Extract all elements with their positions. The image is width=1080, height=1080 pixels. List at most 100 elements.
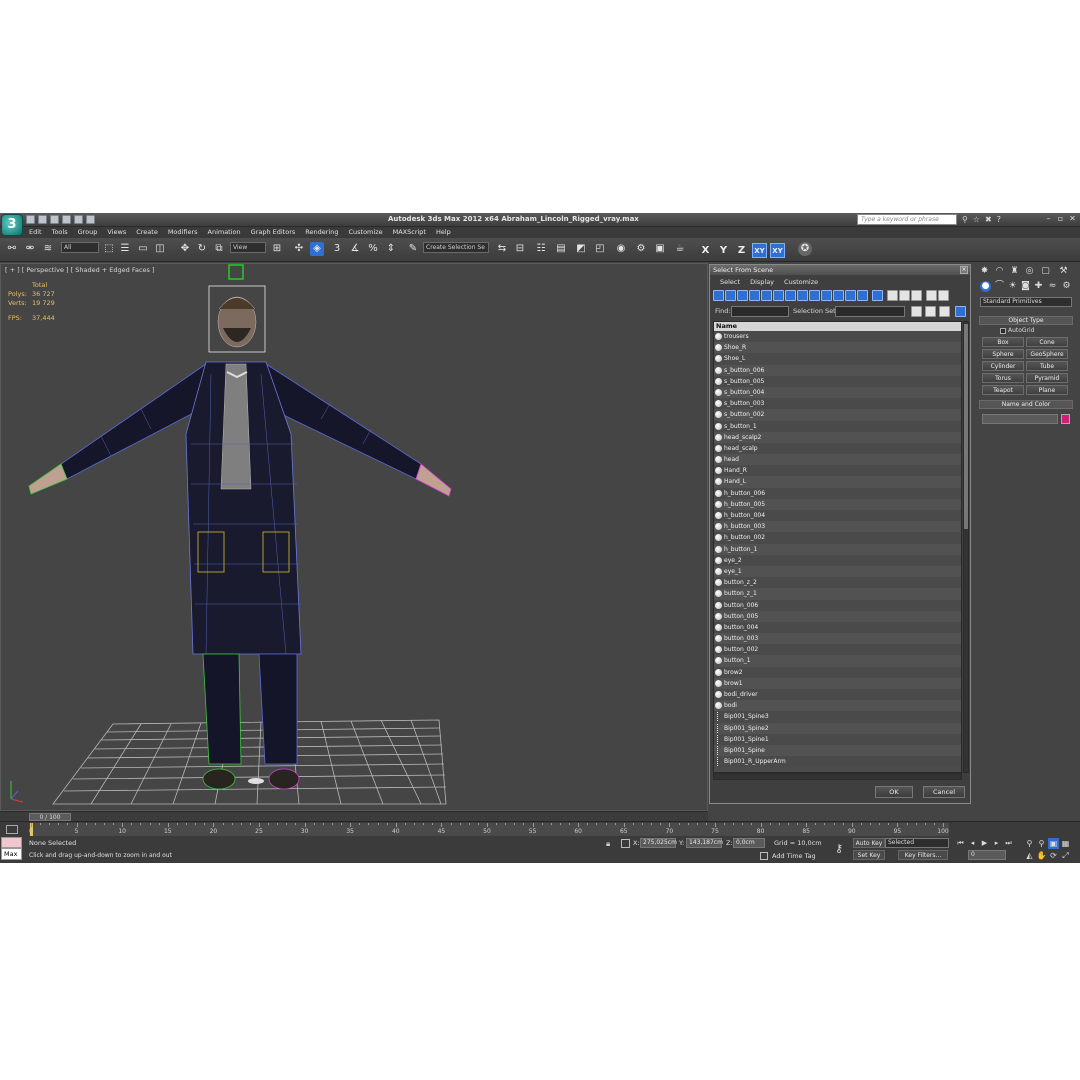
menu-graph-editors[interactable]: Graph Editors	[251, 228, 296, 236]
binoculars-icon[interactable]: ⚲	[962, 215, 968, 224]
object-list-scrollbar[interactable]	[963, 321, 969, 773]
selection-filter-dropdown[interactable]: All	[61, 242, 99, 253]
redo-icon[interactable]	[74, 215, 83, 224]
display-hidden-icon[interactable]	[845, 290, 856, 301]
motion-tab-icon[interactable]: ◎	[1024, 266, 1035, 277]
autogrid-check-icon[interactable]	[1000, 327, 1006, 334]
cylinder-button[interactable]: Cylinder	[982, 361, 1024, 371]
mirror-icon[interactable]: ⇆	[495, 242, 509, 256]
select-by-name-icon[interactable]: ☰	[118, 242, 132, 256]
rendered-frame-window-icon[interactable]: ▣	[653, 242, 667, 256]
render-production-icon[interactable]: ☕	[673, 242, 687, 256]
cone-button[interactable]: Cone	[1026, 337, 1068, 347]
display-spacewarps-icon[interactable]	[773, 290, 784, 301]
list-item[interactable]: s_button_006	[714, 364, 961, 376]
list-item[interactable]: button_005	[714, 610, 961, 622]
list-item[interactable]: h_button_003	[714, 521, 961, 533]
zoom-extents-icon[interactable]: ▣	[1048, 838, 1059, 849]
current-frame-field[interactable]: 0	[968, 850, 1006, 860]
select-manipulate-icon[interactable]: ✣	[292, 242, 306, 256]
object-type-rollout[interactable]: Object Type	[979, 316, 1073, 325]
display-cameras-icon[interactable]	[749, 290, 760, 301]
track-bar[interactable]: 0 5 10 15 20 25 30 35 40 45 50 55 60 65 70 75 80 85 90 95 10…	[0, 821, 1080, 836]
maximize-icon[interactable]: ▫	[1056, 214, 1065, 224]
axis-xy-button[interactable]: XY	[752, 243, 767, 258]
minimize-icon[interactable]: –	[1044, 214, 1053, 224]
window-crossing-icon[interactable]: ◫	[153, 242, 167, 256]
star-icon[interactable]: ☆	[973, 215, 980, 224]
favorites-icon[interactable]: ✖	[985, 215, 992, 224]
dialog-menu-customize[interactable]: Customize	[784, 278, 818, 286]
cameras-category-icon[interactable]: ◙	[1020, 281, 1031, 292]
object-list-horizontal-scrollbar[interactable]	[713, 773, 962, 780]
dialog-title[interactable]: Select From Scene	[710, 265, 970, 275]
dialog-close-icon[interactable]: ×	[960, 266, 968, 274]
list-item[interactable]: button_z_1	[714, 588, 961, 600]
menu-tools[interactable]: Tools	[52, 228, 68, 236]
list-item[interactable]: button_006	[714, 599, 961, 611]
maxscript-output[interactable]	[1, 837, 22, 848]
modify-tab-icon[interactable]: ◠	[994, 266, 1005, 277]
axis-x-button[interactable]: X	[698, 243, 713, 258]
rotate-icon[interactable]: ↻	[195, 242, 209, 256]
next-frame-icon[interactable]: ▸	[991, 838, 1002, 848]
link-icon[interactable]: ⚯	[5, 242, 19, 256]
menu-rendering[interactable]: Rendering	[305, 228, 338, 236]
display-groups-icon[interactable]	[785, 290, 796, 301]
add-time-tag[interactable]: Add Time Tag	[760, 852, 816, 860]
display-bones-icon[interactable]	[809, 290, 820, 301]
set-key-icon[interactable]: ⚷	[835, 842, 843, 855]
menu-group[interactable]: Group	[78, 228, 98, 236]
tube-button[interactable]: Tube	[1026, 361, 1068, 371]
perspective-viewport[interactable]: [ + ] [ Perspective ] [ Shaded + Edged F…	[0, 263, 708, 811]
save-file-icon[interactable]	[50, 215, 59, 224]
list-item[interactable]: Bip001_Spine3	[714, 711, 961, 723]
help-icon[interactable]: ?	[997, 215, 1001, 224]
display-tab-icon[interactable]: ▢	[1040, 266, 1051, 277]
close-icon[interactable]: ✕	[1068, 214, 1077, 224]
helpers-category-icon[interactable]: ✚	[1033, 281, 1044, 292]
list-item[interactable]: button_004	[714, 621, 961, 634]
list-item[interactable]: head	[714, 454, 961, 466]
field-of-view-icon[interactable]: ◭	[1024, 850, 1035, 861]
keyboard-shortcut-override-icon[interactable]: ◈	[310, 242, 324, 256]
list-item[interactable]: Hand_R	[714, 465, 961, 477]
display-xrefs-icon[interactable]	[797, 290, 808, 301]
unlink-icon[interactable]: ⚮	[23, 242, 37, 256]
selection-lock-icon[interactable]: 🔒︎	[606, 839, 610, 849]
menu-customize[interactable]: Customize	[348, 228, 382, 236]
time-slider[interactable]: 0 / 100	[0, 811, 708, 821]
app-logo[interactable]: 3	[1, 214, 23, 236]
list-item[interactable]: h_button_1	[714, 543, 961, 555]
menu-modifiers[interactable]: Modifiers	[168, 228, 198, 236]
list-item[interactable]: trousers	[714, 331, 961, 343]
open-file-icon[interactable]	[38, 215, 47, 224]
maxscript-input[interactable]: Max	[1, 848, 22, 860]
list-item[interactable]: Bip001_Spine	[714, 744, 961, 757]
auto-key-button[interactable]: Auto Key	[853, 838, 885, 848]
scale-icon[interactable]: ⧉	[212, 242, 226, 256]
list-item[interactable]: h_button_004	[714, 510, 961, 522]
percent-snap-icon[interactable]: %	[366, 242, 380, 256]
spinner-snap-icon[interactable]: ⇕	[384, 242, 398, 256]
display-all-icon[interactable]	[857, 290, 868, 301]
autogrid-checkbox[interactable]: AutoGrid	[1000, 327, 1035, 334]
shapes-category-icon[interactable]: ⌒	[994, 281, 1005, 292]
list-item[interactable]: Bip001_Spine2	[714, 722, 961, 734]
sphere-button[interactable]: Sphere	[982, 349, 1024, 359]
object-color-swatch[interactable]	[1061, 414, 1070, 424]
zoom-all-icon[interactable]: ⚲	[1036, 838, 1047, 849]
list-item[interactable]: button_002	[714, 644, 961, 656]
named-selection-dropdown[interactable]: Create Selection Se	[423, 242, 489, 253]
list-item[interactable]: button_1	[714, 655, 961, 667]
vray-icon[interactable]: ✪	[798, 242, 812, 256]
object-name-field[interactable]	[982, 414, 1058, 424]
display-helpers-icon[interactable]	[761, 290, 772, 301]
list-item[interactable]: h_button_006	[714, 487, 961, 499]
select-invert-icon[interactable]	[911, 290, 922, 301]
render-setup-icon[interactable]: ⚙	[634, 242, 648, 256]
set-key-button[interactable]: Set Key	[853, 850, 885, 860]
lights-category-icon[interactable]: ☀	[1007, 281, 1018, 292]
torus-button[interactable]: Torus	[982, 373, 1024, 383]
angle-snap-icon[interactable]: ∡	[348, 242, 362, 256]
